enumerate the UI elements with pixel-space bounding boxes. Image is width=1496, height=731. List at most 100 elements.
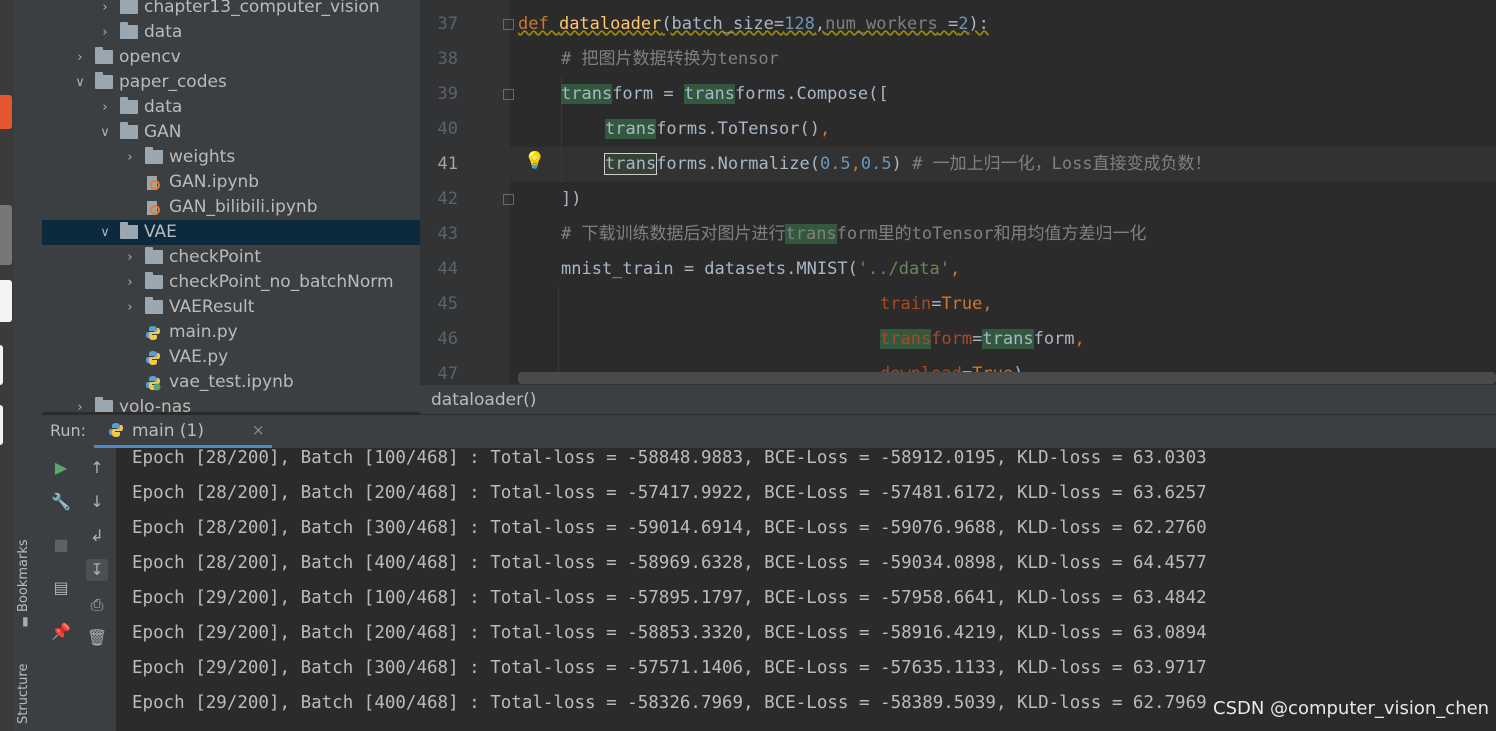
close-icon[interactable]: × [252, 421, 265, 439]
print-icon[interactable]: ⎙ [86, 594, 108, 616]
tree-item-label: VAE.py [169, 347, 229, 367]
dock-app-icon[interactable] [0, 280, 12, 322]
tree-item[interactable]: › opencv [42, 45, 420, 70]
chevron-down-icon[interactable]: ∨ [98, 120, 112, 145]
run-label: Run: [50, 421, 87, 440]
bookmarks-tool-tab[interactable]: Bookmarks [16, 539, 31, 612]
run-console-output[interactable]: Epoch [28/200], Batch [100/468] : Total-… [116, 448, 1496, 731]
console-line: Epoch [28/200], Batch [400/468] : Total-… [132, 553, 1207, 573]
line-number: 42 [437, 189, 458, 209]
code-editor[interactable]: def dataloader(batch_size=128,num_worker… [510, 0, 1496, 384]
tree-item[interactable]: › VAEResult [42, 295, 420, 320]
chevron-down-icon[interactable]: ∨ [98, 220, 112, 245]
tree-item[interactable]: GAN_bilibili.ipynb [42, 195, 420, 220]
chevron-right-icon[interactable]: › [123, 270, 137, 295]
chevron-right-icon[interactable]: › [98, 20, 112, 45]
tree-item[interactable]: vae_test.ipynb [42, 370, 420, 395]
tree-item-label: vae_test.ipynb [169, 372, 294, 392]
pin-icon[interactable]: 📌 [50, 621, 72, 643]
tree-item[interactable]: › data [42, 20, 420, 45]
console-line: Epoch [29/200], Batch [300/468] : Total-… [132, 658, 1207, 678]
console-line: Epoch [29/200], Batch [100/468] : Total-… [132, 588, 1207, 608]
tree-item-label: checkPoint_no_batchNorm [169, 272, 394, 292]
tree-item[interactable]: main.py [42, 320, 420, 345]
dock-app-icon[interactable] [0, 205, 12, 265]
run-tab-main[interactable]: main (1) × [94, 415, 272, 448]
jupyter-notebook-icon [145, 199, 161, 215]
watermark: CSDN @computer_vision_chen [1213, 698, 1490, 719]
tree-item[interactable]: ∨ paper_codes [42, 70, 420, 95]
tree-item[interactable]: › data [42, 95, 420, 120]
line-number: 41 [437, 154, 458, 174]
code-line-40: transforms.ToTensor(), [605, 119, 831, 139]
tree-item[interactable]: ∨ VAE [42, 220, 420, 245]
chevron-right-icon[interactable]: › [123, 295, 137, 320]
structure-tool-tab[interactable]: Structure [16, 664, 31, 724]
breadcrumb[interactable]: dataloader() [420, 384, 1496, 414]
code-line-43: # 下载训练数据后对图片进行transform里的toTensor和用均值方差归… [561, 224, 1147, 244]
dock-app-icon[interactable] [0, 405, 3, 445]
tree-item-label: VAE [144, 222, 177, 242]
layout-icon[interactable]: ▤ [50, 577, 72, 599]
line-number: 37 [437, 14, 458, 34]
fold-marker-icon[interactable] [503, 19, 514, 30]
trash-icon[interactable]: 🗑 [86, 627, 108, 649]
tree-item[interactable]: GAN.ipynb [42, 170, 420, 195]
tree-item-label: data [144, 22, 183, 42]
chevron-right-icon[interactable]: › [98, 95, 112, 120]
tree-item[interactable]: › yolo-nas [42, 395, 420, 412]
tree-item-label: VAEResult [169, 297, 255, 317]
breadcrumb-item[interactable]: dataloader() [431, 390, 536, 410]
scroll-to-end-icon[interactable]: ↧ [86, 559, 108, 581]
line-number: 39 [437, 84, 458, 104]
code-line-38: # 把图片数据转换为tensor [561, 49, 779, 69]
tree-item[interactable]: VAE.py [42, 345, 420, 370]
wrench-icon[interactable]: 🔧 [50, 491, 72, 513]
project-tree: › chapter13_computer_vision › data › opencv ∨ p… [42, 0, 420, 412]
chevron-right-icon[interactable]: › [73, 395, 87, 412]
chevron-right-icon[interactable]: › [123, 245, 137, 270]
line-number: 44 [437, 259, 458, 279]
folder-icon [120, 122, 138, 139]
chevron-right-icon[interactable]: › [123, 145, 137, 170]
run-icon[interactable]: ▶ [50, 457, 72, 479]
chevron-right-icon[interactable]: › [73, 45, 87, 70]
code-line-39: transform = transforms.Compose([ [561, 84, 889, 104]
soft-wrap-icon[interactable]: ↲ [86, 525, 108, 547]
tree-item[interactable]: › checkPoint_no_batchNorm [42, 270, 420, 295]
code-line-37: def dataloader(batch_size=128,num_worker… [518, 14, 989, 34]
dock-app-icon[interactable] [0, 345, 3, 385]
tree-item[interactable]: › checkPoint [42, 245, 420, 270]
python-file-icon [145, 374, 161, 391]
run-toolbar: ▶ 🔧 ■ ▤ 📌 ↑ ↓ ↲ ↧ ⎙ 🗑 [42, 448, 116, 731]
run-tab-label: main (1) [132, 421, 204, 441]
dock-app-icon[interactable] [0, 95, 12, 129]
console-line: Epoch [29/200], Batch [400/468] : Total-… [132, 693, 1207, 713]
chevron-right-icon[interactable]: › [98, 0, 112, 20]
tree-item[interactable]: › chapter13_computer_vision [42, 0, 420, 20]
python-icon [109, 423, 123, 437]
tree-item-label: weights [169, 147, 236, 167]
folder-icon [145, 247, 163, 264]
code-line-45: train=True, [880, 294, 993, 314]
python-file-icon [145, 324, 161, 340]
tree-item-label: GAN_bilibili.ipynb [169, 197, 318, 217]
arrow-up-icon[interactable]: ↑ [86, 457, 108, 479]
tree-item[interactable]: › weights [42, 145, 420, 170]
chevron-down-icon[interactable]: ∨ [73, 70, 87, 95]
editor-horizontal-scrollbar[interactable] [518, 372, 1496, 384]
lightbulb-icon[interactable]: 💡 [524, 151, 545, 171]
folder-icon [120, 222, 138, 239]
fold-marker-icon[interactable] [503, 194, 514, 205]
console-line: Epoch [28/200], Batch [100/468] : Total-… [132, 448, 1207, 468]
folder-icon [120, 22, 138, 39]
folder-icon [120, 0, 138, 14]
folder-icon [145, 272, 163, 289]
tree-item[interactable]: ∨ GAN [42, 120, 420, 145]
line-number: 43 [437, 224, 458, 244]
stop-icon[interactable]: ■ [50, 534, 72, 556]
fold-marker-icon[interactable] [503, 89, 514, 100]
indent-guide [558, 287, 559, 384]
arrow-down-icon[interactable]: ↓ [86, 491, 108, 513]
tree-item-label: GAN.ipynb [169, 172, 260, 192]
